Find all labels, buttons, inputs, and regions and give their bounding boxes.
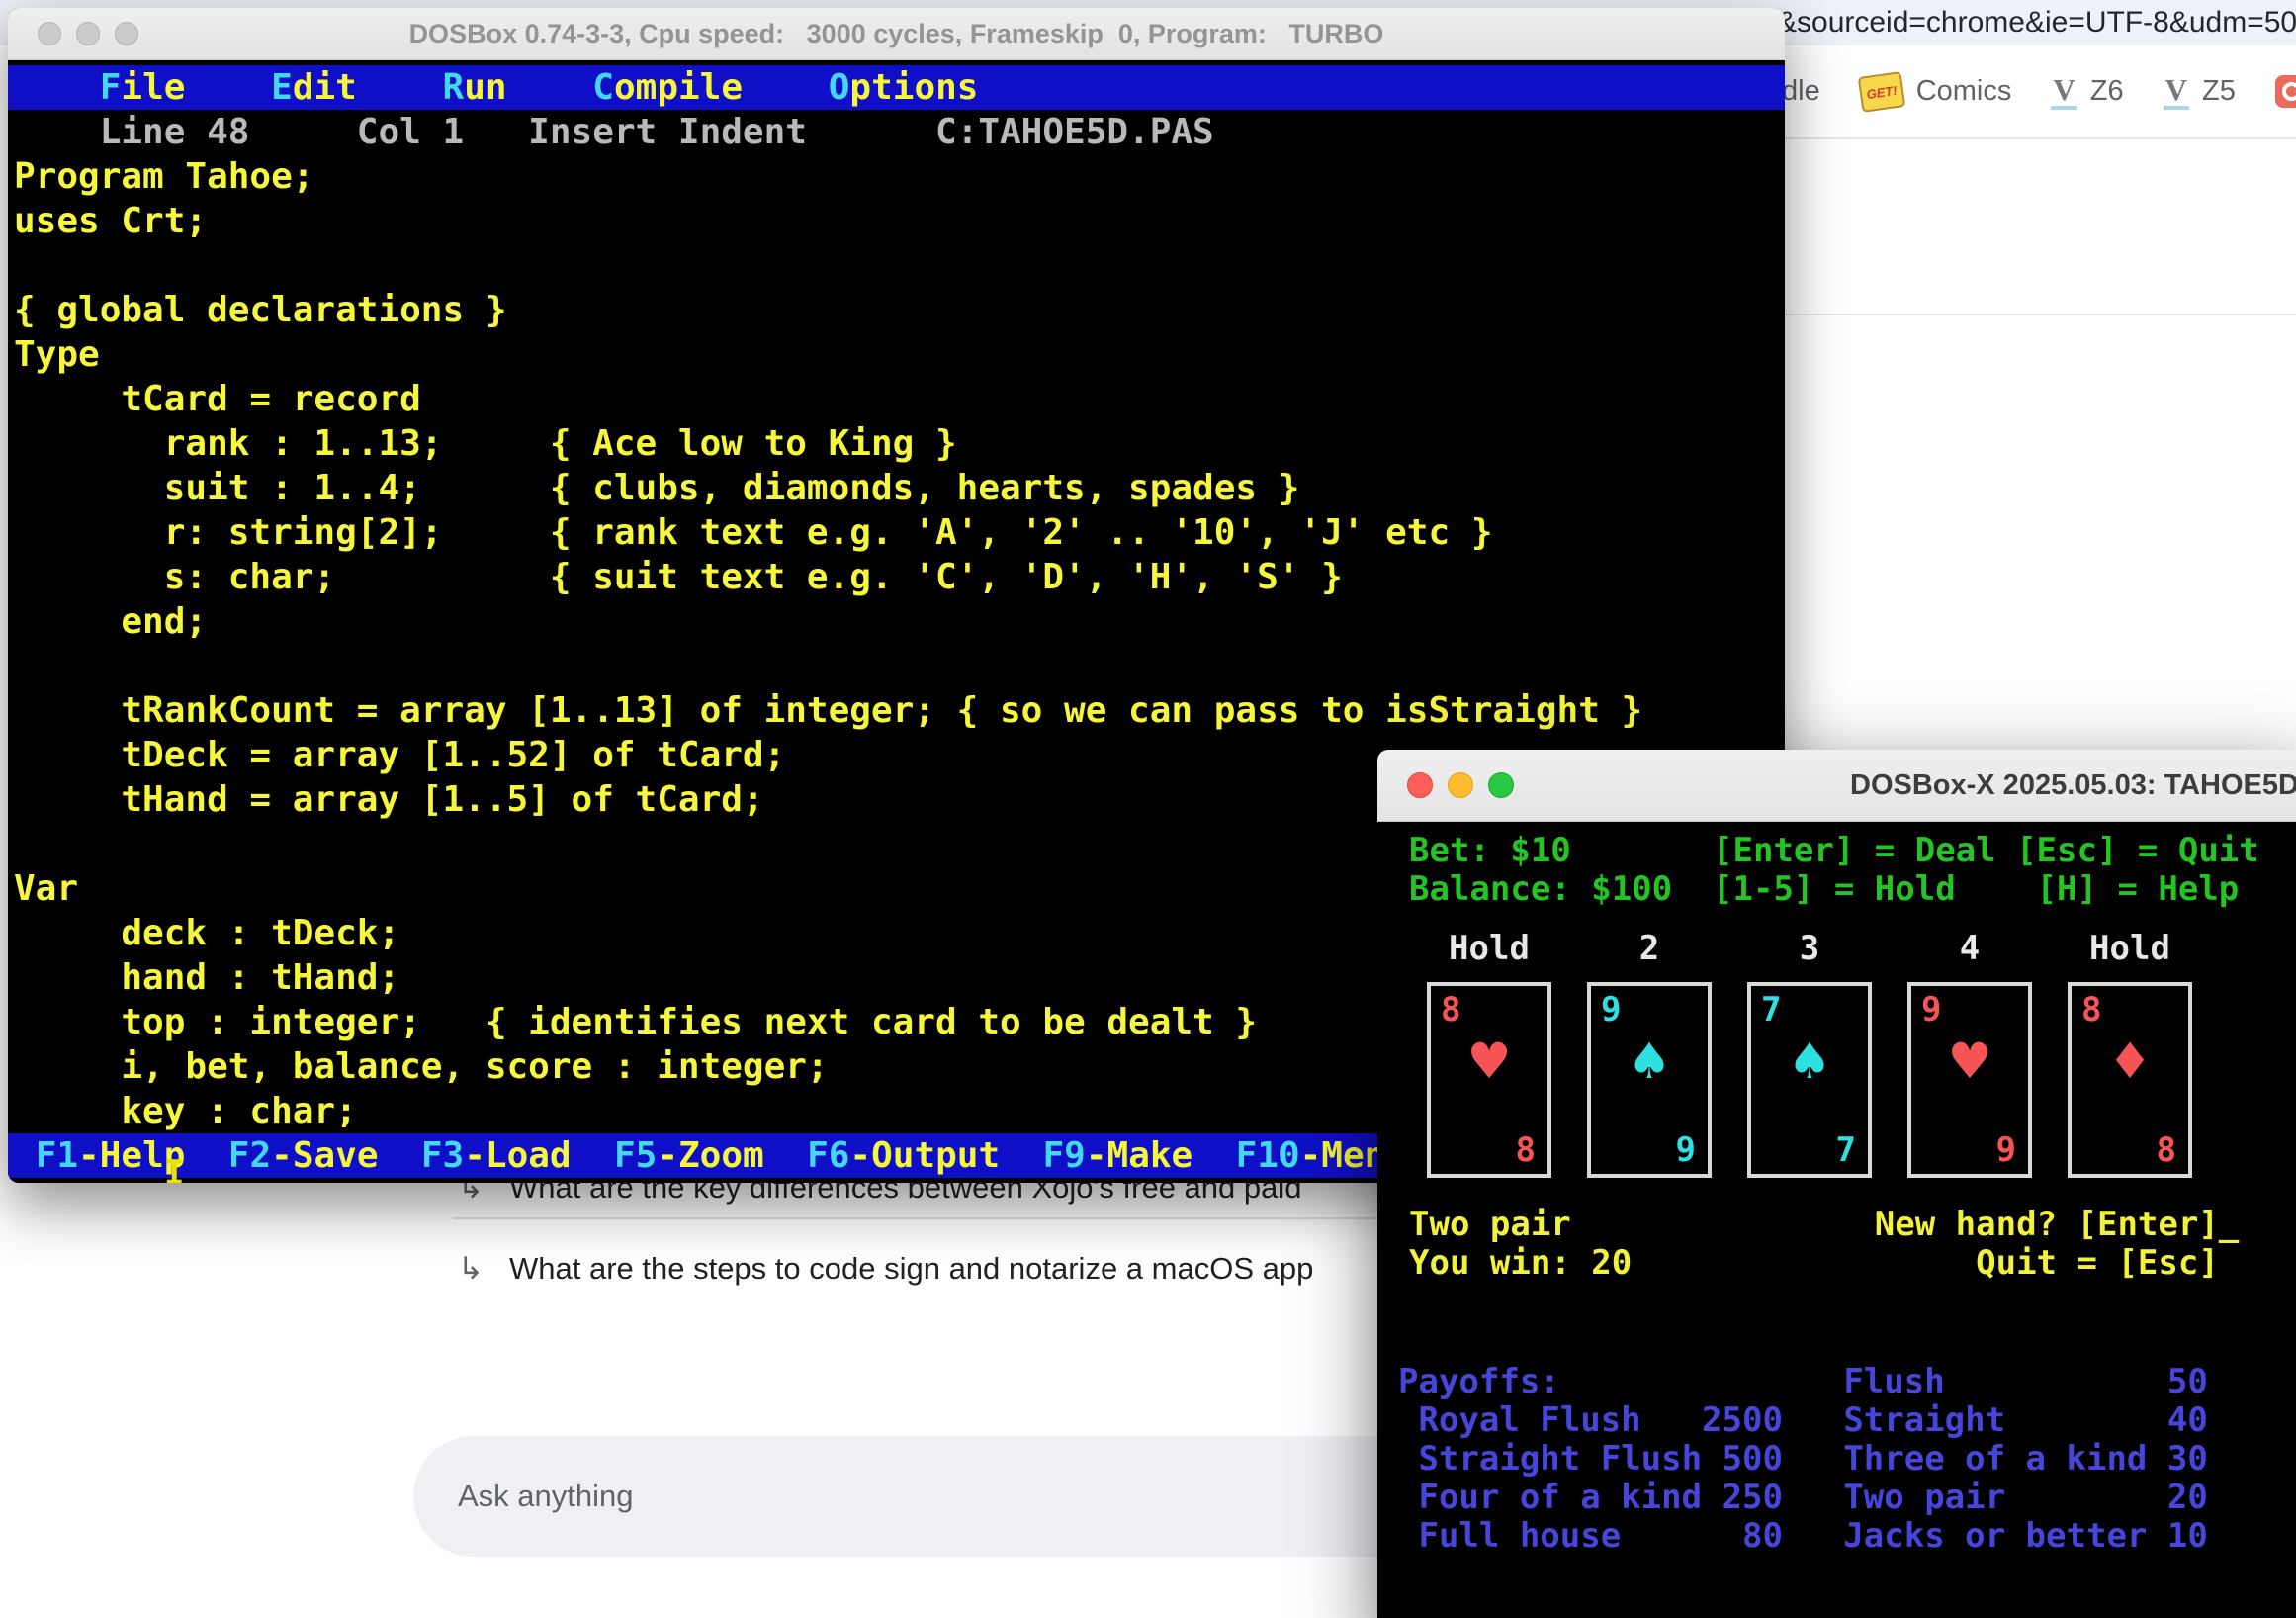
bookmark-label: Comics: [1915, 75, 2012, 107]
card-rank: 8: [1441, 990, 1461, 1030]
url-text[interactable]: &sourceid=chrome&ie=UTF-8&udm=50&: [1777, 6, 2296, 40]
dosboxx-window: DOSBox-X 2025.05.03: TAHOE5D - Bet: $10 …: [1377, 750, 2296, 1618]
text-cursor-icon: I: [164, 1153, 185, 1183]
close-button[interactable]: [1407, 772, 1433, 798]
v-favicon-icon: V: [2163, 73, 2189, 110]
tp-status-line: Line 48 Col 1 Insert Indent C:TAHOE5D.PA…: [14, 112, 1214, 152]
card-slot-label: Hold: [1449, 929, 1530, 968]
card-slot-label: 4: [1959, 929, 1981, 968]
game-result: Two pair New hand? [Enter]_ You win: 20 …: [1409, 1205, 2240, 1283]
card-rank: 8: [2081, 990, 2102, 1030]
fkey-f9[interactable]: F9-Make: [1043, 1135, 1193, 1176]
playing-card-8-hold: 8 ♥ 8: [1427, 982, 1551, 1178]
fkey-f2[interactable]: F2-Save: [228, 1135, 379, 1176]
suit-icon: ♠: [1787, 1033, 1832, 1090]
ask-input[interactable]: Ask anything: [413, 1436, 1463, 1557]
tp-menu-bar: File Edit Run Compile Options: [8, 65, 1785, 110]
bookmark-dle[interactable]: dle: [1782, 75, 1820, 108]
zoom-button[interactable]: [1488, 772, 1514, 798]
playing-card-7-3: 7 ♠ 7: [1747, 982, 1872, 1178]
dosboxx-title: DOSBox-X 2025.05.03: TAHOE5D -: [1850, 769, 2296, 801]
card-rank: 9: [1995, 1130, 2016, 1170]
poker-game-screen: Bet: $10 [Enter] = Deal [Esc] = Quit Bal…: [1377, 822, 2296, 1618]
gauge-favicon-icon: [2274, 75, 2296, 108]
fkey-f3[interactable]: F3-Load: [421, 1135, 572, 1176]
fkey-f1[interactable]: F1-Help: [36, 1135, 186, 1176]
bookmark-z6[interactable]: V Z6: [2051, 73, 2124, 110]
dosbox-titlebar[interactable]: DOSBox 0.74-3-3, Cpu speed: 3000 cycles,…: [8, 8, 1785, 60]
minimize-button[interactable]: [1448, 772, 1473, 798]
fkey-f5[interactable]: F5-Zoom: [614, 1135, 764, 1176]
question-text: What are the steps to code sign and nota…: [508, 1251, 1314, 1286]
card-rank: 8: [1515, 1130, 1536, 1170]
desktop: &sourceid=chrome&ie=UTF-8&udm=50& dle GET…: [0, 0, 2296, 1618]
game-hud: Bet: $10 [Enter] = Deal [Esc] = Quit Bal…: [1409, 831, 2259, 909]
comics-sticker-icon: GET!: [1857, 70, 1905, 113]
bookmark-label: dle: [1782, 75, 1820, 107]
payoff-table: Payoffs: Flush 50 Royal Flush 2500 Strai…: [1398, 1362, 2208, 1556]
card-rank: 9: [1601, 990, 1622, 1030]
card-rank: 8: [2156, 1130, 2176, 1170]
suit-icon: ♠: [1627, 1033, 1672, 1090]
card-slot-label: Hold: [2089, 929, 2170, 968]
playing-card-9-2: 9 ♠ 9: [1587, 982, 1712, 1178]
window-controls: [1407, 750, 1514, 821]
menu-compile[interactable]: Compile: [592, 67, 743, 108]
related-question-row[interactable]: ↳ What are the steps to code sign and no…: [458, 1251, 1313, 1287]
divider: [1782, 314, 2296, 315]
return-arrow-icon: ↳: [458, 1251, 484, 1286]
menu-options[interactable]: Options: [829, 67, 979, 108]
bookmark-comics[interactable]: GET! Comics: [1857, 70, 2012, 113]
suit-icon: ♥: [1947, 1033, 1992, 1090]
playing-card-8-hold: 8 ♦ 8: [2068, 982, 2192, 1178]
suit-icon: ♥: [1466, 1033, 1512, 1090]
suit-icon: ♦: [2107, 1033, 2153, 1090]
divider: [453, 1217, 1481, 1219]
playing-card-9-4: 9 ♥ 9: [1907, 982, 2032, 1178]
bookmark-label: Z5: [2202, 75, 2236, 107]
v-favicon-icon: V: [2051, 73, 2077, 110]
card-rank: 9: [1675, 1130, 1696, 1170]
divider: [1782, 137, 2296, 139]
card-rank: 7: [1761, 990, 1782, 1030]
card-slot-label: 3: [1799, 929, 1820, 968]
dosbox-title: DOSBox 0.74-3-3, Cpu speed: 3000 cycles,…: [408, 19, 1384, 48]
menu-file[interactable]: File: [100, 67, 186, 108]
ask-placeholder: Ask anything: [458, 1479, 634, 1513]
bookmark-au[interactable]: Au: [2274, 75, 2296, 108]
menu-run[interactable]: Run: [443, 67, 507, 108]
menu-edit[interactable]: Edit: [271, 67, 357, 108]
card-slot-label: 2: [1638, 929, 1660, 968]
dosboxx-titlebar[interactable]: DOSBox-X 2025.05.03: TAHOE5D -: [1377, 750, 2296, 822]
fkey-f6[interactable]: F6-Output: [807, 1135, 1000, 1176]
card-rank: 9: [1921, 990, 1942, 1030]
card-rank: 7: [1835, 1130, 1856, 1170]
bookmark-z5[interactable]: V Z5: [2163, 73, 2236, 110]
bookmark-label: Z6: [2089, 75, 2124, 107]
